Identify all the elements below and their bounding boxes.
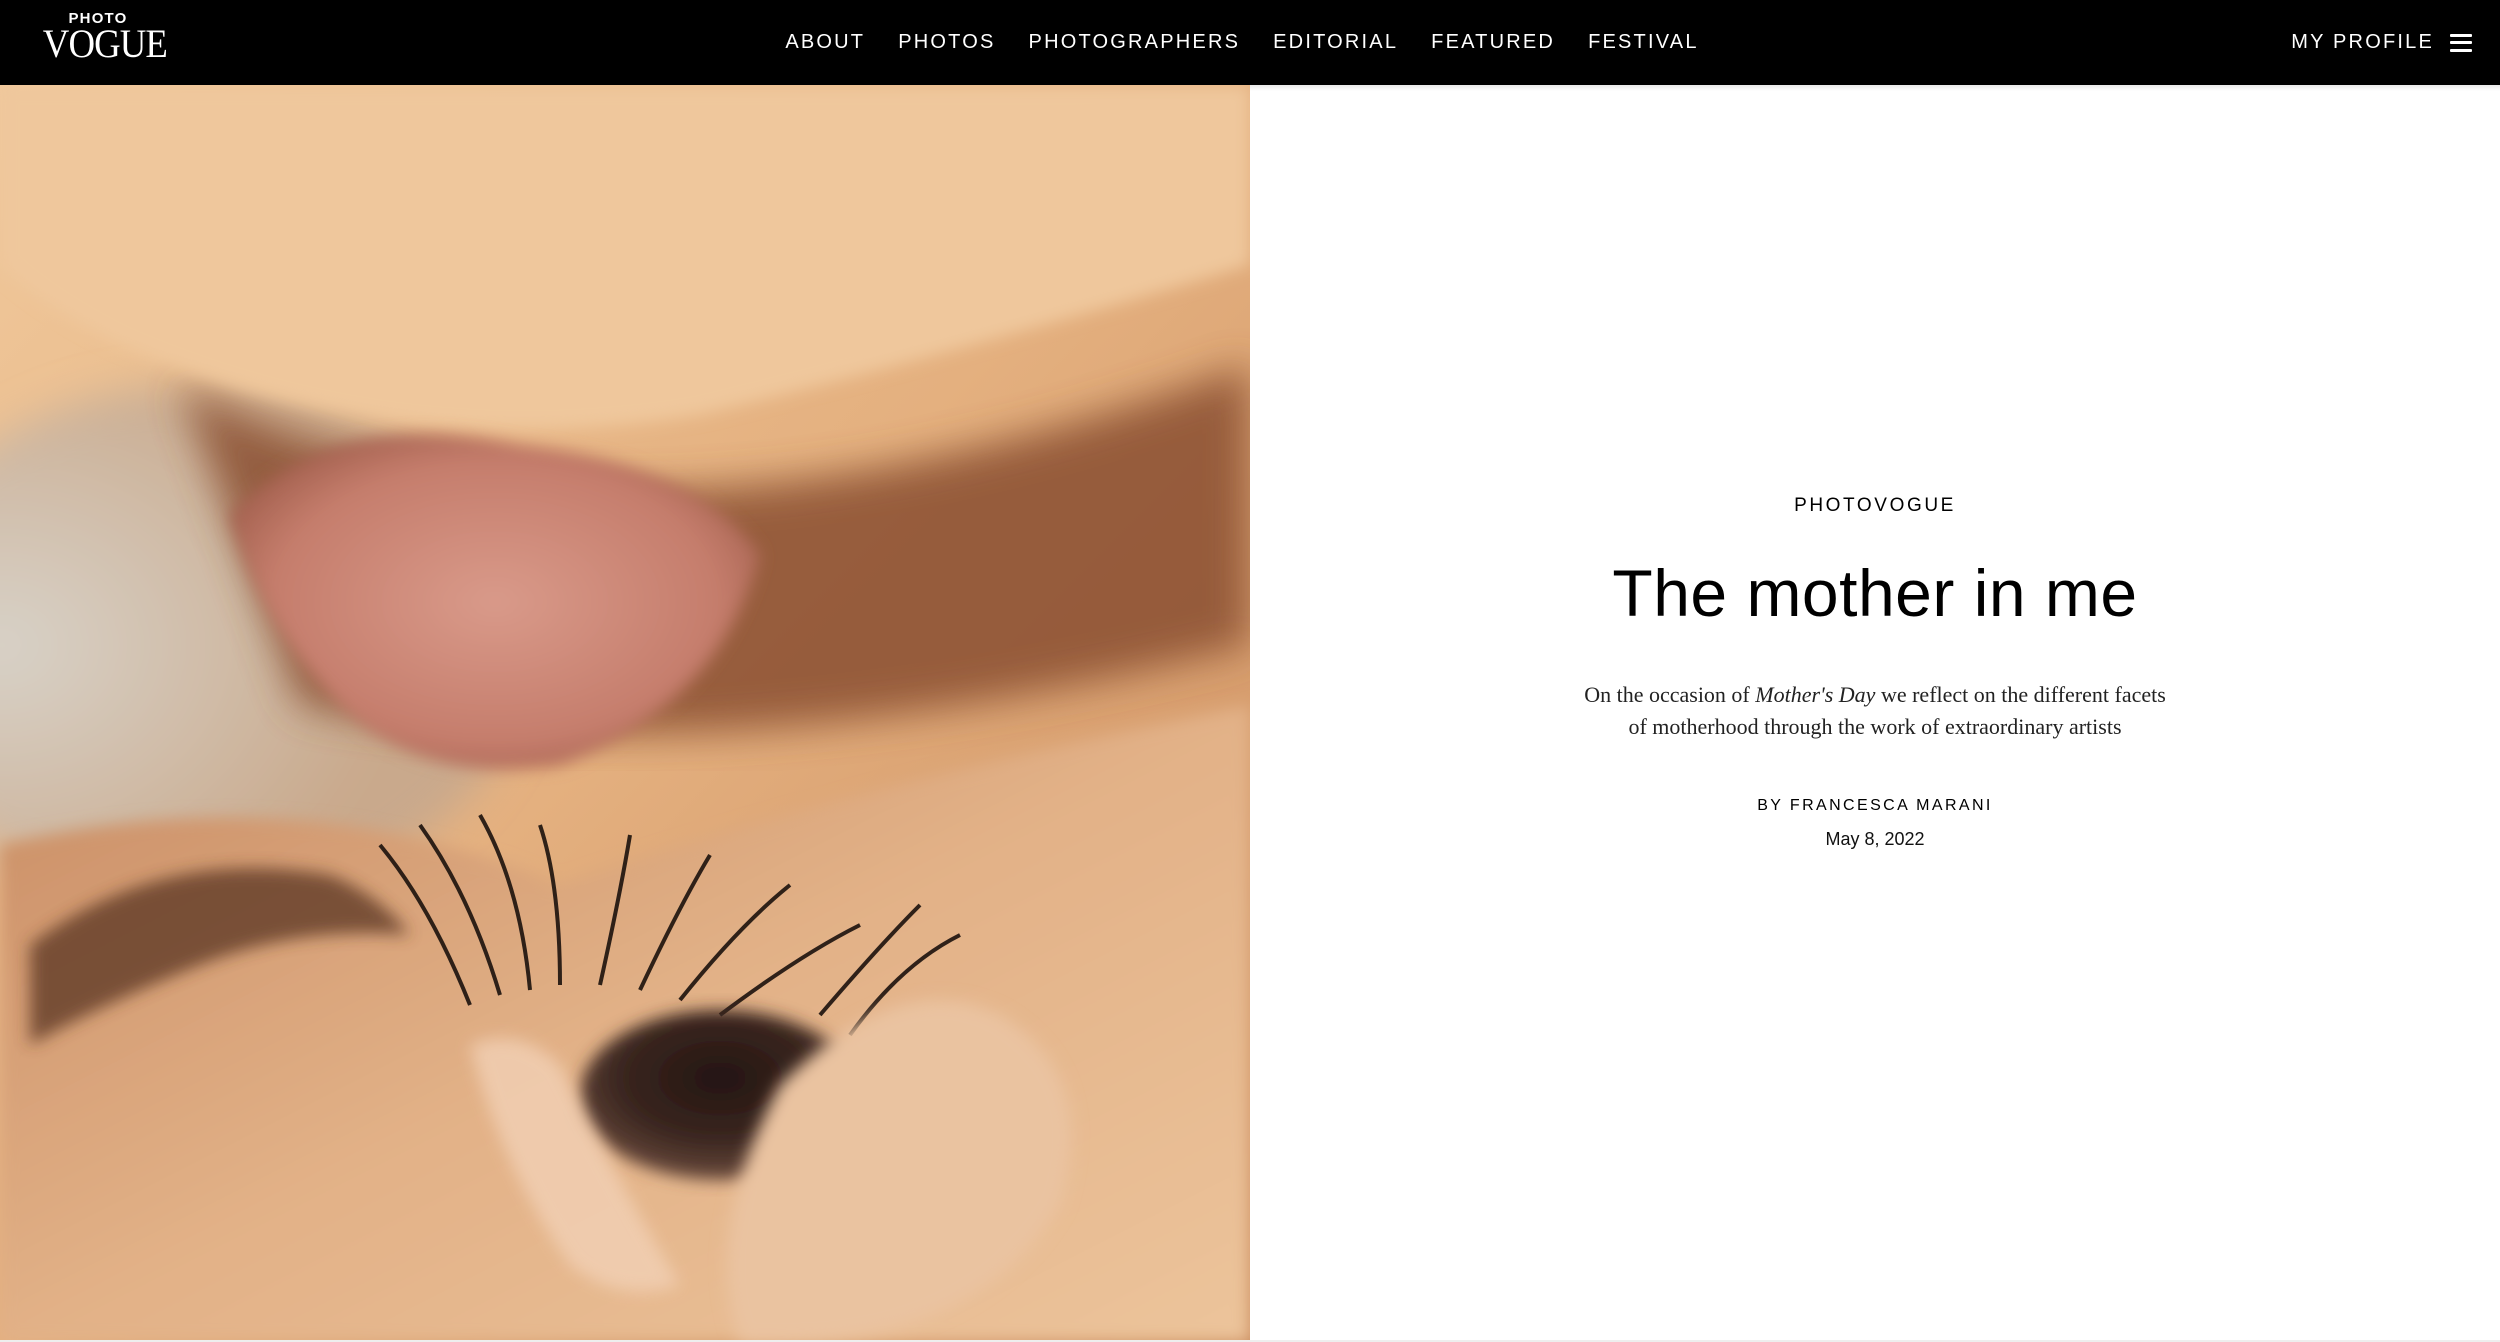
hero-photo — [0, 85, 1250, 1342]
nav-item-photos[interactable]: PHOTOS — [898, 31, 995, 54]
main-nav: ABOUT PHOTOS PHOTOGRAPHERS EDITORIAL FEA… — [0, 0, 2500, 85]
article-title: The mother in me — [1612, 556, 2138, 630]
my-profile-label: MY PROFILE — [2291, 31, 2434, 53]
nav-item-about[interactable]: ABOUT — [785, 31, 865, 54]
photovogue-logo[interactable]: PHOTO VOGUE — [38, 8, 168, 66]
logo-main-text: VOGUE — [42, 21, 168, 66]
nav-item-photographers[interactable]: PHOTOGRAPHERS — [1029, 31, 1241, 54]
nav-item-featured[interactable]: FEATURED — [1431, 31, 1555, 54]
article-dek: On the occasion of Mother's Day we refle… — [1575, 679, 2175, 743]
nav-item-editorial[interactable]: EDITORIAL — [1273, 31, 1398, 54]
article-kicker[interactable]: PHOTOVOGUE — [1250, 495, 2500, 517]
nav-item-festival[interactable]: FESTIVAL — [1588, 31, 1699, 54]
main-nav-items: ABOUT PHOTOS PHOTOGRAPHERS EDITORIAL FEA… — [785, 31, 1698, 54]
article-dek-emphasis: Mother's Day — [1755, 682, 1876, 707]
article-dek-start: On the occasion of — [1584, 682, 1756, 707]
article-byline[interactable]: BY FRANCESCA MARANI — [1250, 797, 2500, 815]
hamburger-menu-icon[interactable] — [2450, 33, 2472, 52]
article-hero-text: PHOTOVOGUE The mother in me On the occas… — [1250, 85, 2500, 1342]
nav-shadow — [1250, 85, 2500, 91]
my-profile-button[interactable]: MY PROFILE — [2291, 0, 2472, 85]
article-date: May 8, 2022 — [1825, 829, 1925, 849]
top-navigation-bar: PHOTO VOGUE ABOUT PHOTOS PHOTOGRAPHERS E… — [0, 0, 2500, 85]
hero-photo-illustration — [0, 85, 1250, 1342]
